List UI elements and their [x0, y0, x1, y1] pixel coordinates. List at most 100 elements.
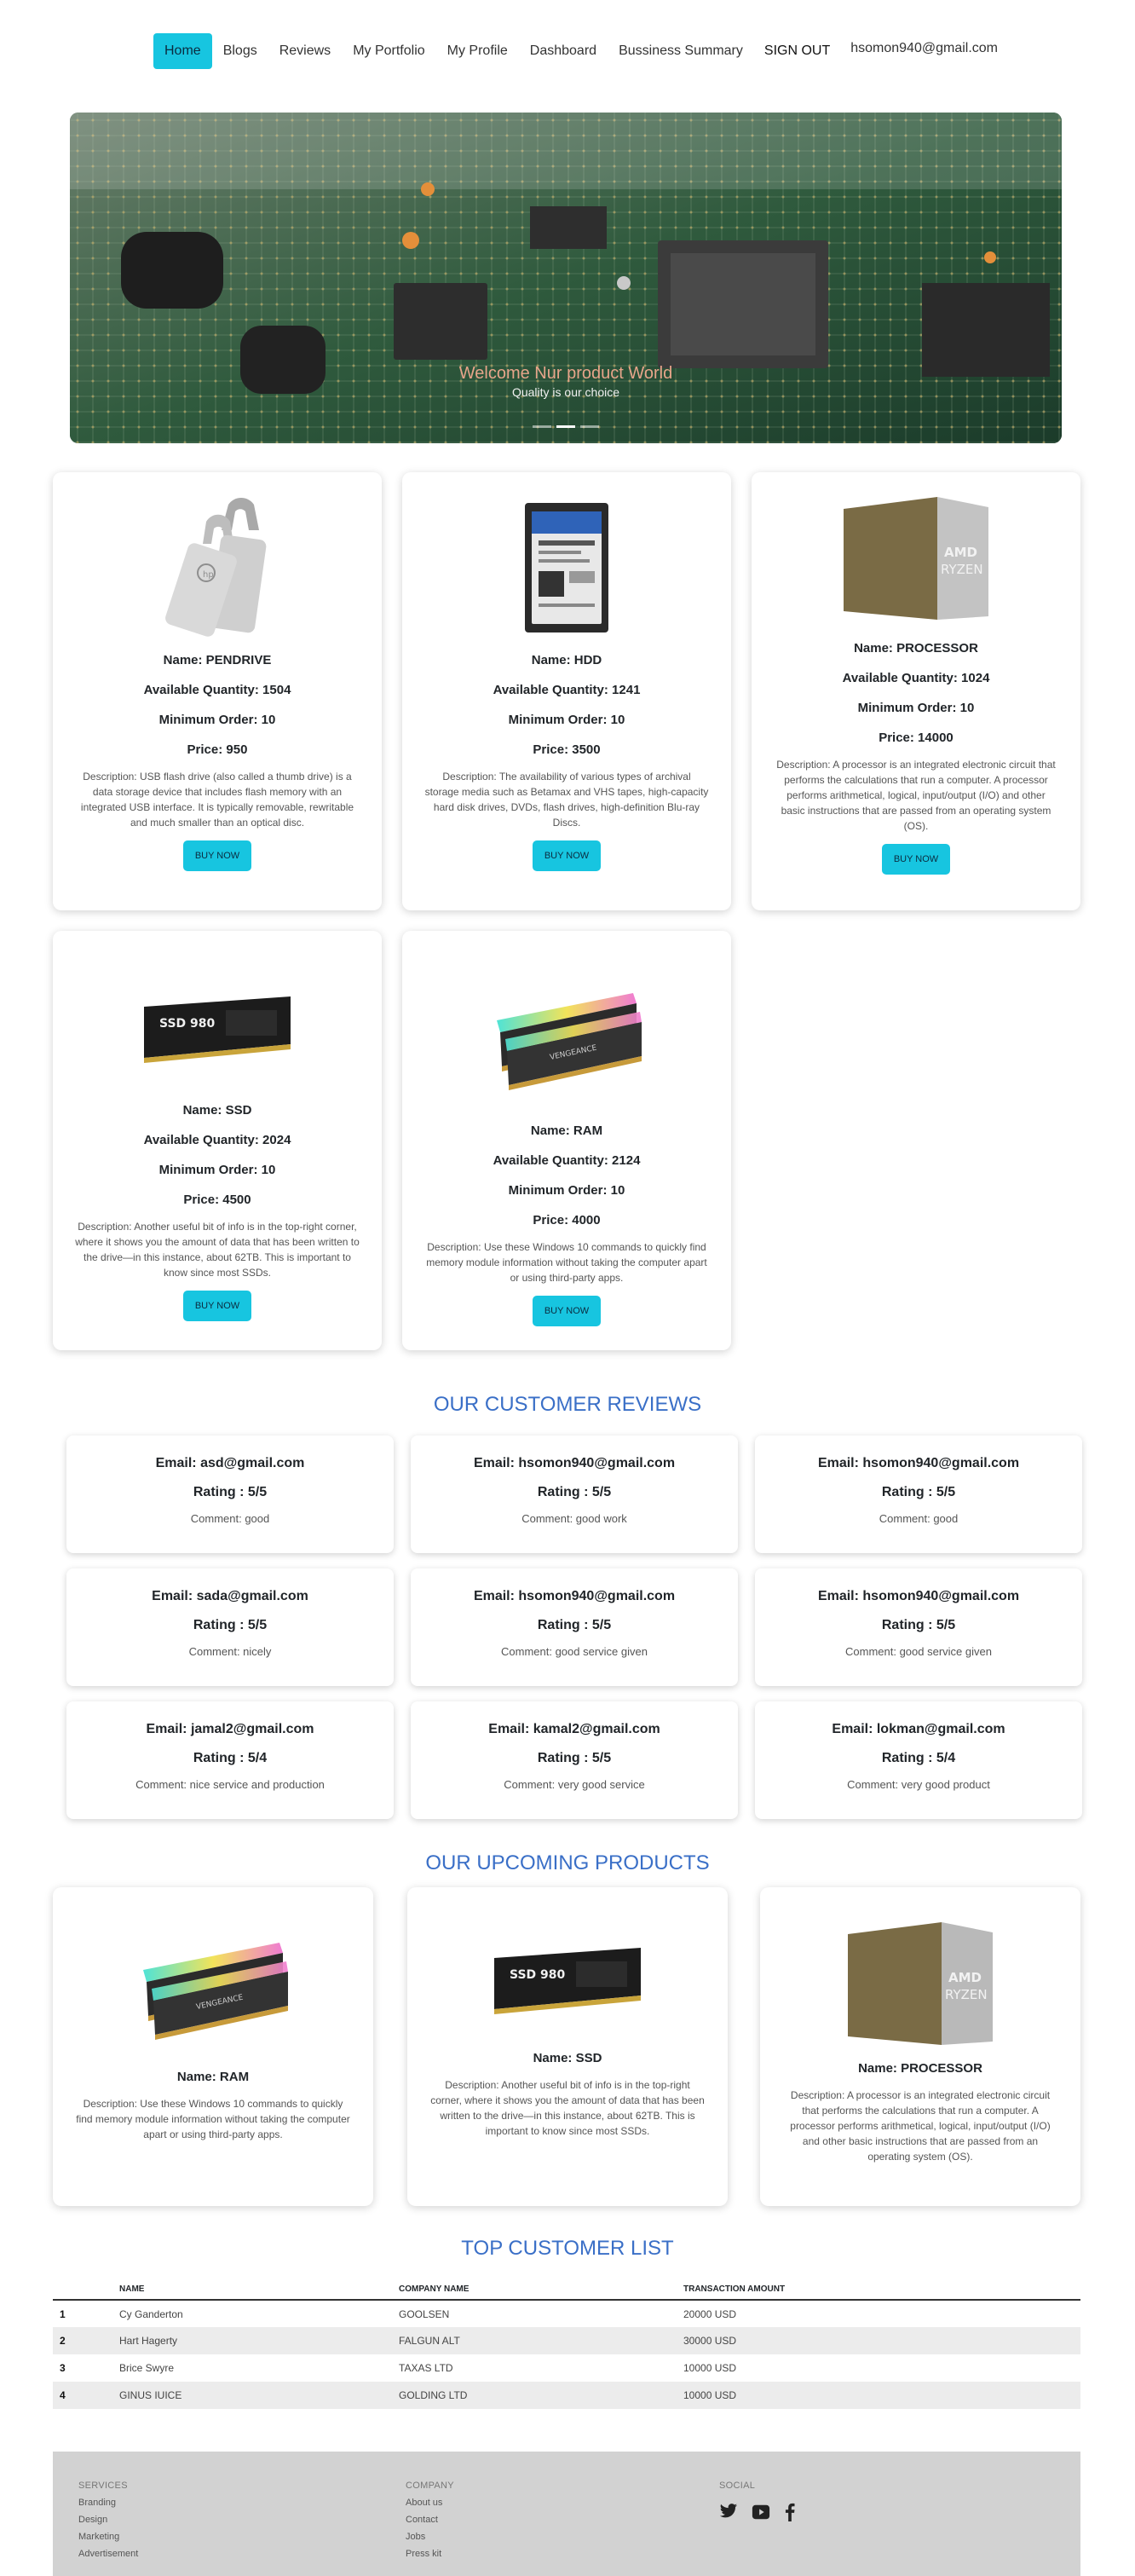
review-comment: Comment: very good product: [847, 1778, 990, 1791]
footer-link-marketing[interactable]: Marketing: [78, 2532, 138, 2542]
product-quantity: Available Quantity: 1504: [143, 683, 291, 697]
product-min-order: Minimum Order: 10: [857, 701, 975, 715]
hdd-image: [525, 503, 608, 632]
upcoming-card: VENGEANCE Name: RAM Description: Use the…: [53, 1887, 373, 2206]
customers-section-title: TOP CUSTOMER LIST: [461, 2237, 674, 2260]
buy-now-button[interactable]: BUY NOW: [182, 1291, 252, 1321]
footer-link-press-kit[interactable]: Press kit: [406, 2549, 454, 2559]
product-description: Description: A processor is an integrate…: [790, 2089, 1051, 2163]
footer-link-about[interactable]: About us: [406, 2498, 454, 2508]
product-description: Description: A processor is an integrate…: [776, 759, 1056, 832]
buy-now-button[interactable]: BUY NOW: [182, 840, 252, 871]
footer-link-design[interactable]: Design: [78, 2515, 138, 2525]
footer-link-contact[interactable]: Contact: [406, 2515, 454, 2525]
review-rating: Rating : 5/5: [881, 1485, 956, 1499]
review-comment: Comment: good work: [521, 1512, 627, 1525]
upcoming-card: SSD 980 Name: SSD Description: Another u…: [407, 1887, 728, 2206]
hero-carousel[interactable]: Welcome Nur product World Quality is our…: [70, 113, 1062, 443]
svg-text:SSD 980: SSD 980: [159, 1017, 216, 1031]
product-min-order: Minimum Order: 10: [508, 1183, 625, 1198]
footer-social-heading: SOCIAL: [719, 2481, 756, 2491]
nav-reviews[interactable]: Reviews: [268, 33, 342, 69]
product-price: Price: 4000: [533, 1213, 601, 1227]
product-quantity: Available Quantity: 2024: [143, 1133, 291, 1147]
review-rating: Rating : 5/4: [193, 1751, 268, 1765]
product-description: Description: The availability of various…: [424, 771, 709, 829]
nav-home[interactable]: Home: [153, 33, 212, 69]
product-price: Price: 4500: [183, 1193, 251, 1207]
product-min-order: Minimum Order: 10: [158, 1163, 276, 1177]
review-rating: Rating : 5/5: [193, 1485, 268, 1499]
buy-now-button[interactable]: BUY NOW: [532, 840, 602, 871]
table-row: 1 Cy Ganderton GOOLSEN 20000 USD: [53, 2300, 1080, 2327]
footer-link-advertisement[interactable]: Advertisement: [78, 2549, 138, 2559]
review-comment: Comment: good service given: [845, 1645, 992, 1658]
facebook-icon[interactable]: [784, 2503, 796, 2521]
buy-now-button[interactable]: BUY NOW: [881, 844, 951, 875]
product-min-order: Minimum Order: 10: [508, 713, 625, 727]
company-name: FALGUN ALT: [399, 2327, 683, 2354]
review-email: Email: hsomon940@gmail.com: [817, 1456, 1020, 1470]
reviews-section-title: OUR CUSTOMER REVIEWS: [433, 1393, 702, 1416]
product-quantity: Available Quantity: 2124: [493, 1153, 641, 1168]
review-rating: Rating : 5/5: [881, 1618, 956, 1632]
review-rating: Rating : 5/4: [881, 1751, 956, 1765]
nav-dashboard[interactable]: Dashboard: [519, 33, 608, 69]
buy-now-button[interactable]: BUY NOW: [532, 1296, 602, 1326]
nav-my-portfolio[interactable]: My Portfolio: [342, 33, 435, 69]
signout-button[interactable]: SIGN OUT: [754, 33, 840, 69]
table-header: TRANSACTION AMOUNT: [683, 2278, 1080, 2301]
review-comment: Comment: nice service and production: [135, 1778, 325, 1791]
product-name: Name: SSD: [182, 1103, 252, 1118]
product-quantity: Available Quantity: 1241: [493, 683, 641, 697]
product-description: Description: Use these Windows 10 comman…: [76, 2098, 350, 2140]
nav-blogs[interactable]: Blogs: [212, 33, 268, 69]
review-email: Email: asd@gmail.com: [155, 1456, 305, 1470]
carousel-indicator[interactable]: [533, 425, 551, 428]
review-comment: Comment: good: [190, 1512, 270, 1525]
top-nav: Home Blogs Reviews My Portfolio My Profi…: [153, 32, 1008, 70]
product-name: Name: RAM: [530, 1123, 603, 1138]
review-card: Email: hsomon940@gmail.com Rating : 5/5 …: [755, 1435, 1082, 1553]
nav-my-profile[interactable]: My Profile: [436, 33, 519, 69]
footer-link-jobs[interactable]: Jobs: [406, 2532, 454, 2542]
footer: SERVICES Branding Design Marketing Adver…: [53, 2452, 1080, 2576]
nav-business-summary[interactable]: Bussiness Summary: [608, 33, 754, 69]
review-email: Email: sada@gmail.com: [152, 1589, 308, 1603]
ram-image: VENGEANCE: [497, 993, 642, 1090]
review-comment: Comment: nicely: [188, 1645, 272, 1658]
product-price: Price: 950: [187, 742, 248, 757]
carousel-indicator[interactable]: [556, 425, 575, 428]
review-card: Email: kamal2@gmail.com Rating : 5/5 Com…: [411, 1701, 738, 1819]
company-name: TAXAS LTD: [399, 2362, 453, 2374]
table-header: [53, 2278, 119, 2301]
row-number: 2: [53, 2327, 119, 2354]
product-card: VENGEANCE Name: RAM Available Quantity: …: [402, 931, 731, 1350]
row-number: 1: [60, 2307, 66, 2320]
review-comment: Comment: good: [879, 1512, 959, 1525]
product-min-order: Minimum Order: 10: [158, 713, 276, 727]
table-header: COMPANY NAME: [399, 2278, 683, 2301]
customers-table: NAME COMPANY NAME TRANSACTION AMOUNT 1 C…: [53, 2278, 1080, 2409]
upcoming-card: AMD RYZEN Name: PROCESSOR Description: A…: [760, 1887, 1080, 2206]
product-card: hp Name: PENDRIVE Available Quantity: 15…: [53, 472, 382, 910]
review-card: Email: hsomon940@gmail.com Rating : 5/5 …: [755, 1568, 1082, 1686]
customer-name: Brice Swyre: [119, 2362, 175, 2374]
customer-name: GINUS IUICE: [119, 2382, 399, 2409]
svg-text:RYZEN: RYZEN: [941, 562, 983, 577]
row-number: 3: [60, 2362, 66, 2374]
youtube-icon[interactable]: [752, 2503, 770, 2521]
product-price: Price: 3500: [533, 742, 601, 757]
review-email: Email: hsomon940@gmail.com: [817, 1589, 1020, 1603]
review-card: Email: asd@gmail.com Rating : 5/5 Commen…: [66, 1435, 394, 1553]
product-name: Name: PROCESSOR: [858, 2061, 982, 2076]
review-rating: Rating : 5/5: [193, 1618, 268, 1632]
product-price: Price: 14000: [879, 731, 954, 745]
hero-subtitle: Quality is our choice: [511, 385, 620, 399]
ram-image: VENGEANCE: [143, 1943, 288, 2040]
carousel-indicator[interactable]: [580, 425, 599, 428]
footer-link-branding[interactable]: Branding: [78, 2498, 138, 2508]
review-email: Email: lokman@gmail.com: [832, 1722, 1005, 1736]
twitter-icon[interactable]: [719, 2503, 738, 2520]
review-rating: Rating : 5/5: [537, 1618, 612, 1632]
